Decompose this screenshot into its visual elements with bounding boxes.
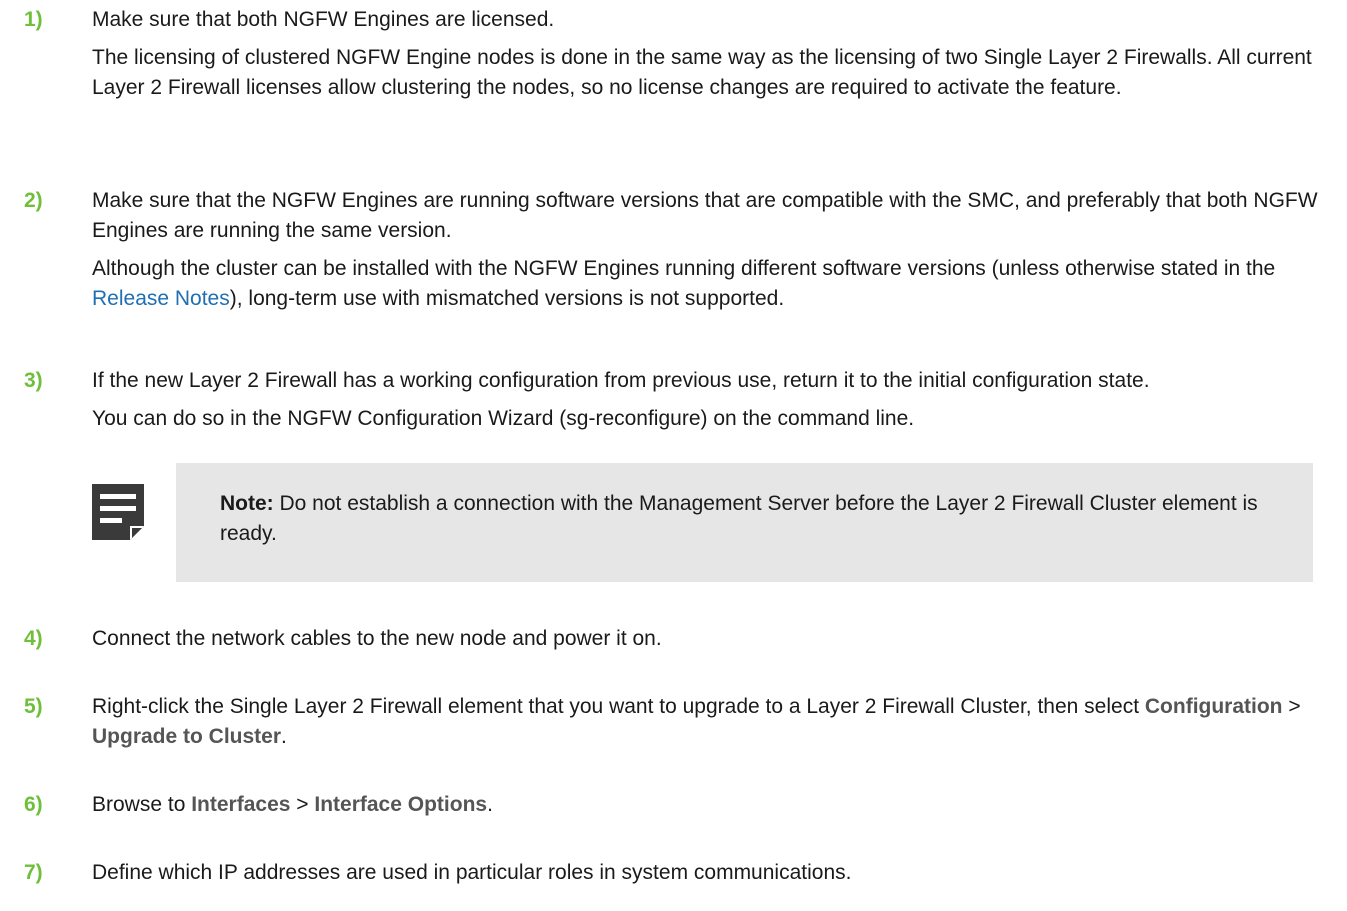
step-number: 3) <box>24 369 43 392</box>
note-icon <box>92 484 144 540</box>
note-box: Note: Do not establish a connection with… <box>176 463 1313 582</box>
step-number: 5) <box>24 695 43 718</box>
step-number: 6) <box>24 793 43 816</box>
menu-upgrade-to-cluster: Upgrade to Cluster <box>92 725 282 748</box>
step-detail: The licensing of clustered NGFW Engine n… <box>92 46 1312 99</box>
menu-interface-options: Interface Options <box>314 793 488 816</box>
step-content: If the new Layer 2 Firewall has a workin… <box>92 366 1332 434</box>
menu-separator: > <box>1282 695 1301 718</box>
step-number: 1) <box>24 8 43 31</box>
step-detail: Although the cluster can be installed wi… <box>92 254 1332 314</box>
step-instruction: Make sure that the NGFW Engines are runn… <box>92 189 1318 242</box>
step-instruction: Define which IP addresses are used in pa… <box>92 861 852 884</box>
step-number: 7) <box>24 861 43 884</box>
step-content: Connect the network cables to the new no… <box>92 624 1332 654</box>
instruction-text: Right-click the Single Layer 2 Firewall … <box>92 695 1145 718</box>
menu-separator: > <box>290 793 315 816</box>
note-text: Do not establish a connection with the M… <box>220 492 1258 545</box>
step-instruction: Browse to Interfaces > Interface Options… <box>92 790 1332 820</box>
step-number: 2) <box>24 189 43 212</box>
step-instruction: If the new Layer 2 Firewall has a workin… <box>92 369 1150 392</box>
step-instruction: Make sure that both NGFW Engines are lic… <box>92 8 555 31</box>
step-content: Define which IP addresses are used in pa… <box>92 858 1332 888</box>
detail-text-after: ), long-term use with mismatched version… <box>229 287 785 310</box>
detail-text-before: Although the cluster can be installed wi… <box>92 257 1276 280</box>
step-number: 4) <box>24 627 43 650</box>
step-content: Make sure that the NGFW Engines are runn… <box>92 186 1332 314</box>
step-instruction: Right-click the Single Layer 2 Firewall … <box>92 692 1332 752</box>
step-content: Make sure that both NGFW Engines are lic… <box>92 5 1332 103</box>
note-label: Note: <box>220 492 274 515</box>
menu-interfaces: Interfaces <box>191 793 291 816</box>
step-detail: You can do so in the NGFW Configuration … <box>92 407 915 430</box>
sentence-end: . <box>487 793 493 816</box>
sentence-end: . <box>281 725 287 748</box>
step-instruction: Connect the network cables to the new no… <box>92 627 662 650</box>
step-content: Right-click the Single Layer 2 Firewall … <box>92 692 1332 752</box>
step-content: Browse to Interfaces > Interface Options… <box>92 790 1332 820</box>
menu-configuration: Configuration <box>1144 695 1283 718</box>
release-notes-link[interactable]: Release Notes <box>92 287 230 310</box>
instruction-text: Browse to <box>92 793 192 816</box>
